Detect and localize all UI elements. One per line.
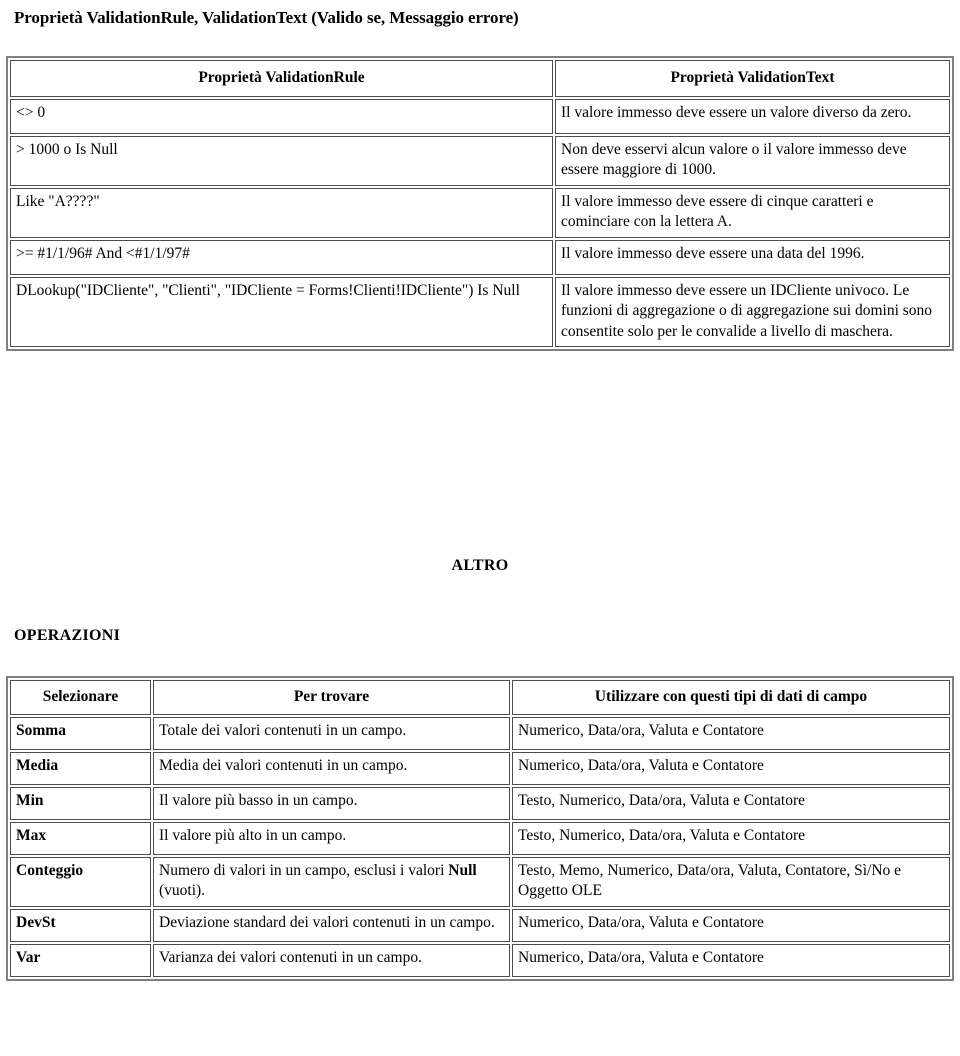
operation-datatypes-cell: Numerico, Data/ora, Valuta e Contatore [512,908,950,942]
table-row: Like "A????" Il valore immesso deve esse… [10,187,950,238]
description-text-after-bold: (vuoti). [159,882,206,900]
validation-rule-cell: > 1000 o Is Null [10,136,553,186]
validation-text-cell: Il valore immesso deve essere un IDClien… [555,276,950,348]
operation-datatypes-cell: Numerico, Data/ora, Valuta e Contatore [512,717,950,750]
validation-text-cell: Il valore immesso deve essere di cinque … [555,187,950,238]
operation-description-cell: Numero di valori in un campo, esclusi i … [153,857,510,907]
document-page: Proprietà ValidationRule, ValidationText… [0,0,960,1056]
table-row: Somma Totale dei valori contenuti in un … [10,717,950,750]
operation-description-cell: Il valore più alto in un campo. [153,822,510,855]
column-header-selezionare: Selezionare [10,680,151,715]
column-header-validationtext: Proprietà ValidationText [555,60,950,97]
table-row: Conteggio Numero di valori in un campo, … [10,857,950,907]
operation-description-cell: Totale dei valori contenuti in un campo. [153,717,510,750]
table-row: Media Media dei valori contenuti in un c… [10,752,950,785]
operation-datatypes-cell: Numerico, Data/ora, Valuta e Contatore [512,943,950,977]
operations-table: Selezionare Per trovare Utilizzare con q… [6,676,954,981]
table-row: <> 0 Il valore immesso deve essere un va… [10,99,950,134]
operation-name-cell: Conteggio [10,857,151,907]
validation-properties-table: Proprietà ValidationRule Proprietà Valid… [6,56,954,352]
validation-text-cell: Il valore immesso deve essere una data d… [555,239,950,275]
section-heading-operazioni: OPERAZIONI [14,627,121,644]
operation-datatypes-cell: Numerico, Data/ora, Valuta e Contatore [512,752,950,785]
validation-text-cell: Il valore immesso deve essere un valore … [555,99,950,134]
table-row: Min Il valore più basso in un campo. Tes… [10,787,950,820]
operation-name-cell: Max [10,822,151,855]
operation-description-cell: Deviazione standard dei valori contenuti… [153,908,510,942]
operation-datatypes-cell: Testo, Numerico, Data/ora, Valuta e Cont… [512,822,950,855]
table-row: DLookup("IDCliente", "Clienti", "IDClien… [10,276,950,348]
operation-datatypes-cell: Testo, Numerico, Data/ora, Valuta e Cont… [512,787,950,820]
validation-text-cell: Non deve esservi alcun valore o il valor… [555,136,950,186]
section-heading-altro: ALTRO [451,557,509,574]
table-header-row: Selezionare Per trovare Utilizzare con q… [10,680,950,715]
operation-name-cell: Somma [10,717,151,750]
description-text-before-bold: Numero di valori in un campo, esclusi i … [159,862,449,879]
operation-name-cell: Media [10,752,151,785]
table-row: Max Il valore più alto in un campo. Test… [10,822,950,855]
table-row: DevSt Deviazione standard dei valori con… [10,908,950,942]
operation-description-cell: Varianza dei valori contenuti in un camp… [153,943,510,977]
table-row: Var Varianza dei valori contenuti in un … [10,943,950,977]
table-header-row: Proprietà ValidationRule Proprietà Valid… [10,60,950,97]
operation-datatypes-cell: Testo, Memo, Numerico, Data/ora, Valuta,… [512,857,950,907]
page-title: Proprietà ValidationRule, ValidationText… [14,8,519,27]
operation-description-cell: Media dei valori contenuti in un campo. [153,752,510,785]
operation-name-cell: Var [10,943,151,977]
table-row: >= #1/1/96# And <#1/1/97# Il valore imme… [10,239,950,275]
column-header-tipi-dati: Utilizzare con questi tipi di dati di ca… [512,680,950,715]
operation-name-cell: Min [10,787,151,820]
operation-description-cell: Il valore più basso in un campo. [153,787,510,820]
validation-rule-cell: DLookup("IDCliente", "Clienti", "IDClien… [10,276,553,348]
table-row: > 1000 o Is Null Non deve esservi alcun … [10,136,950,186]
validation-rule-cell: >= #1/1/96# And <#1/1/97# [10,239,553,275]
description-bold-keyword: Null [448,862,477,879]
operation-name-cell: DevSt [10,908,151,942]
validation-rule-cell: <> 0 [10,99,553,134]
column-header-per-trovare: Per trovare [153,680,510,715]
column-header-validationrule: Proprietà ValidationRule [10,60,553,97]
validation-rule-cell: Like "A????" [10,187,553,238]
